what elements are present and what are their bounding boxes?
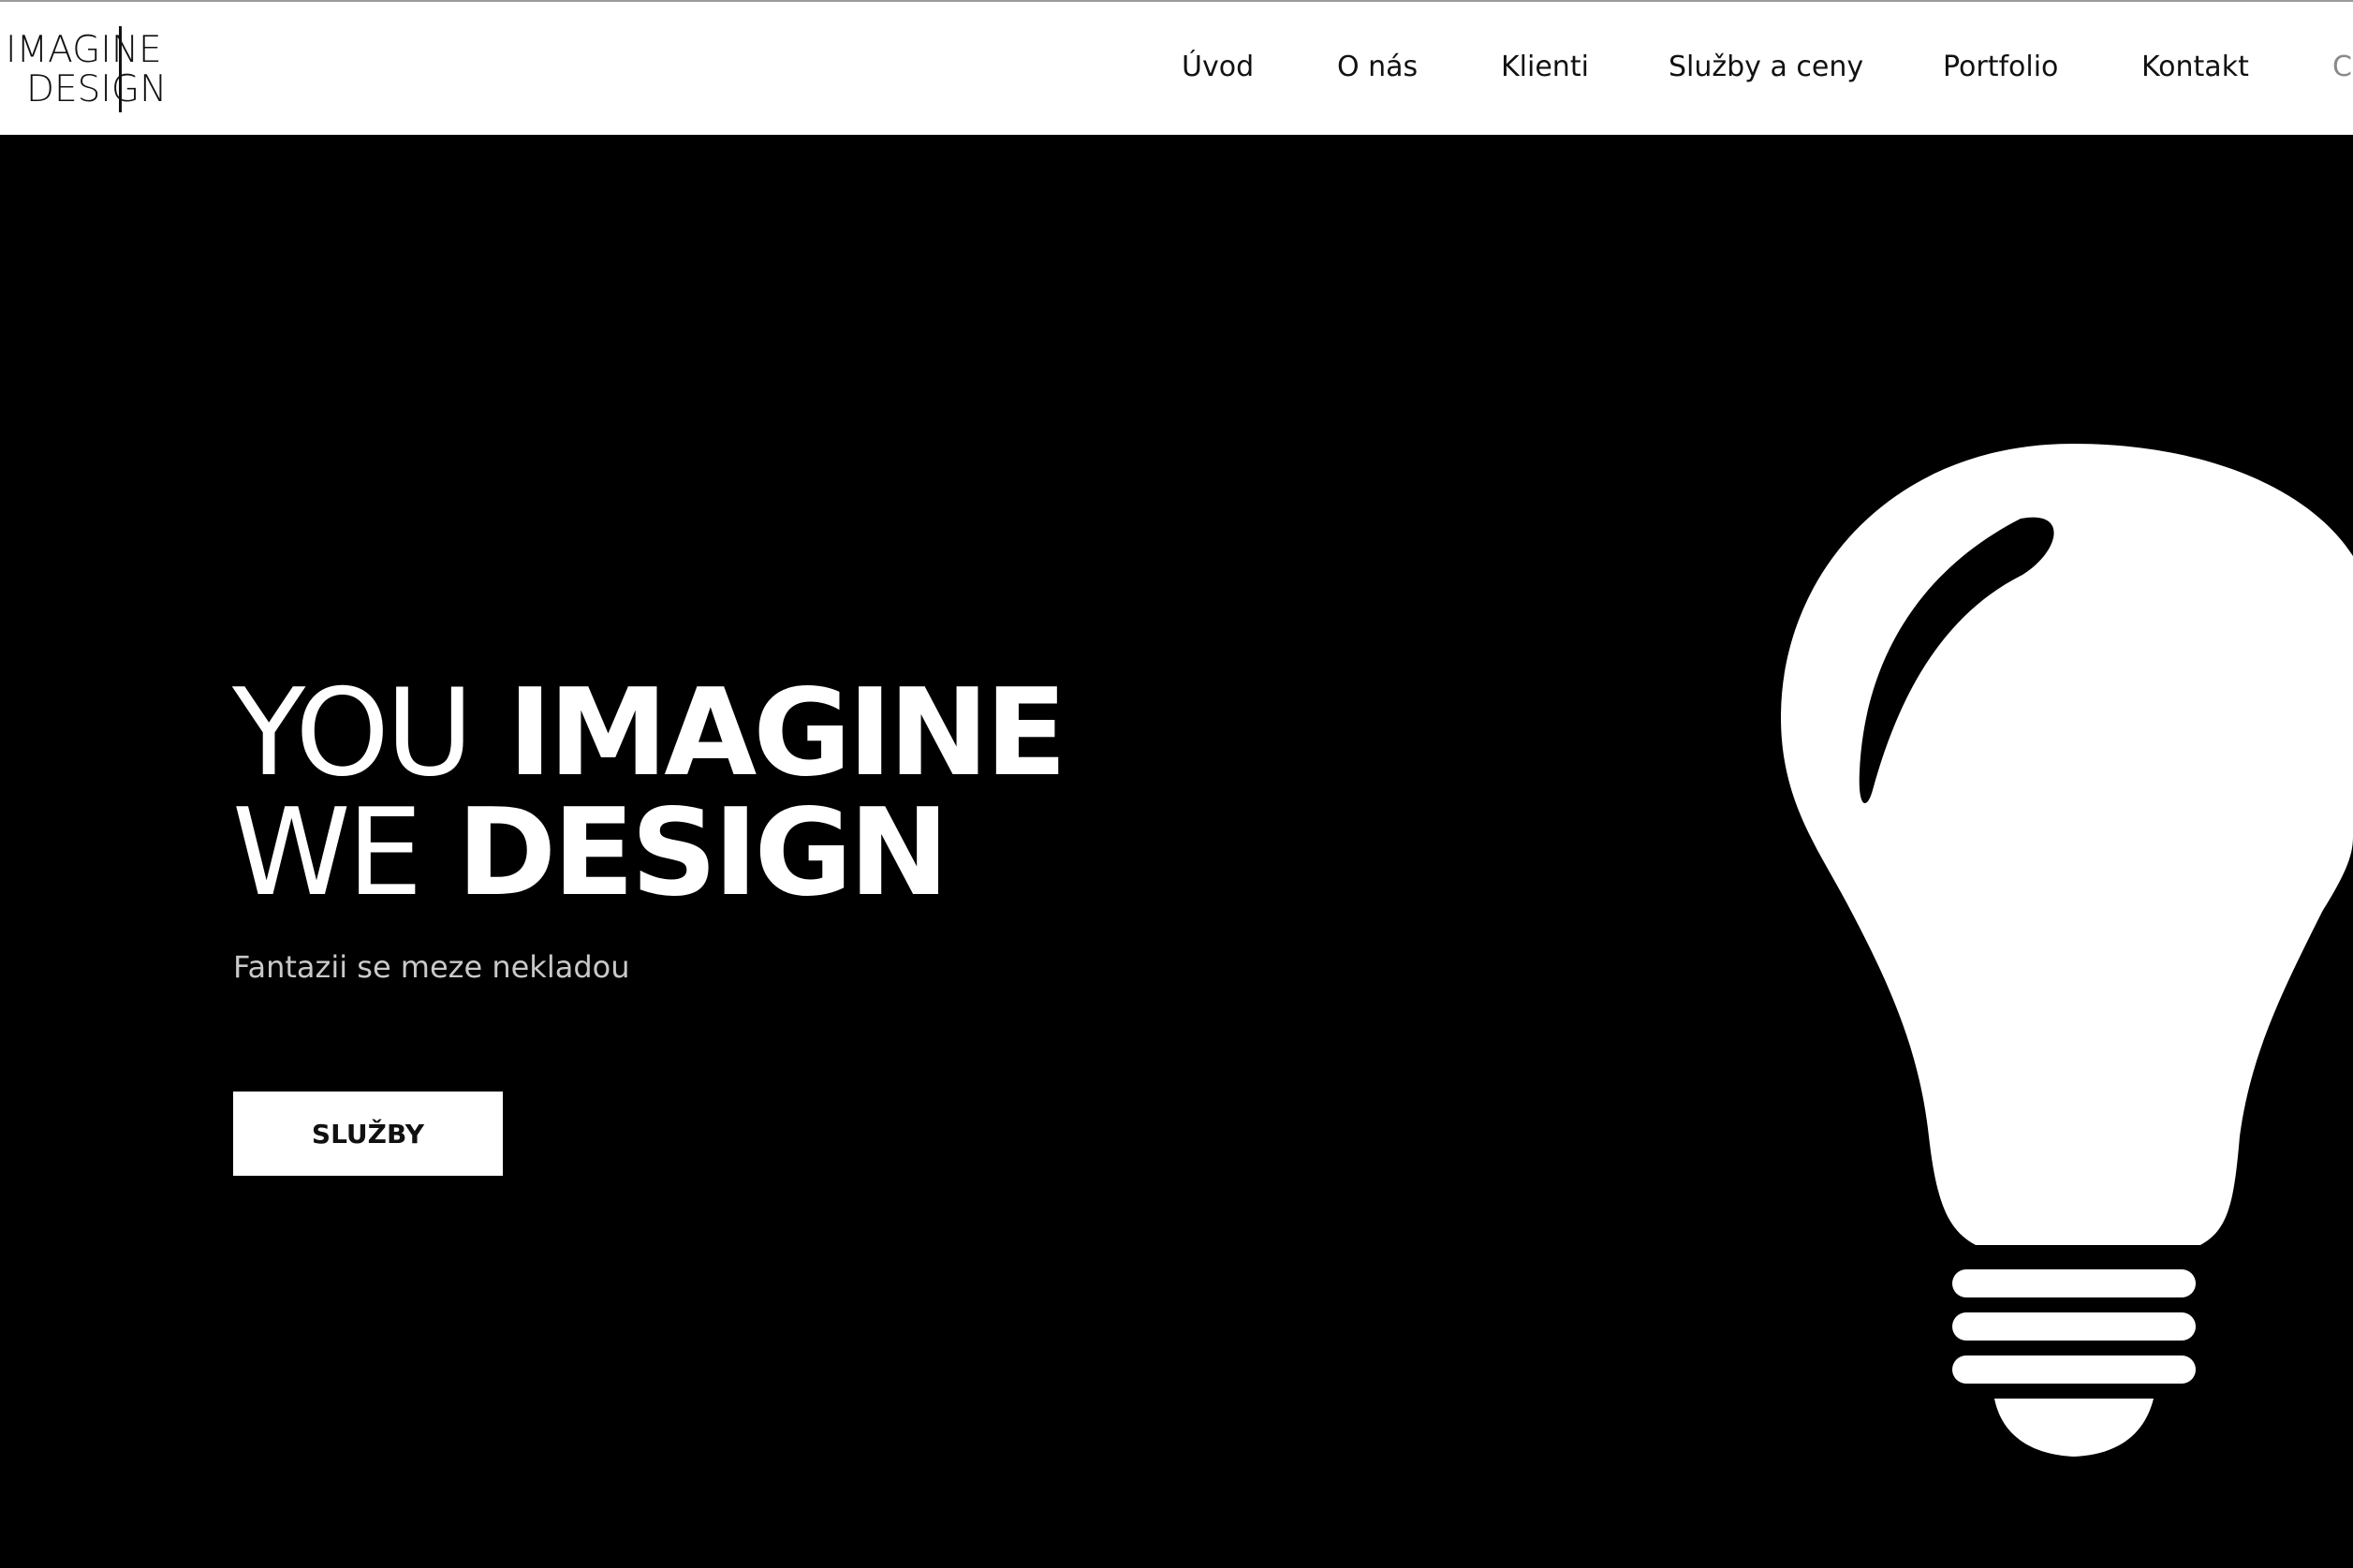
headline-you: YOU: [232, 664, 474, 803]
headline-we: WE: [232, 784, 422, 923]
hero-section: YOU IMAGINE WE DESIGN Fantazii se meze n…: [0, 135, 2353, 1568]
nav-item-cut-off[interactable]: C: [2332, 51, 2352, 84]
nav-item-kontakt[interactable]: Kontakt: [2141, 51, 2249, 84]
hero-tagline: Fantazii se meze nekladou: [233, 949, 630, 985]
lightbulb-icon: [1781, 444, 2353, 1457]
hero-headline-line2: WE DESIGN: [232, 794, 949, 914]
headline-imagine: IMAGINE: [507, 664, 1066, 803]
nav-item-portfolio[interactable]: Portfolio: [1943, 51, 2058, 84]
site-header: IMAGINE DESIGN Úvod O nás Klienti Služby…: [0, 2, 2353, 135]
hero-headline-line1: YOU IMAGINE: [232, 674, 1067, 794]
nav-item-klienti[interactable]: Klienti: [1501, 51, 1589, 84]
main-navigation: Úvod O nás Klienti Služby a ceny Portfol…: [0, 2, 2353, 135]
nav-item-uvod[interactable]: Úvod: [1182, 51, 1254, 84]
nav-item-o-nas[interactable]: O nás: [1337, 51, 1418, 84]
headline-design: DESIGN: [457, 784, 949, 923]
services-button[interactable]: SLUŽBY: [233, 1092, 503, 1176]
nav-item-sluzby-a-ceny[interactable]: Služby a ceny: [1669, 51, 1863, 84]
